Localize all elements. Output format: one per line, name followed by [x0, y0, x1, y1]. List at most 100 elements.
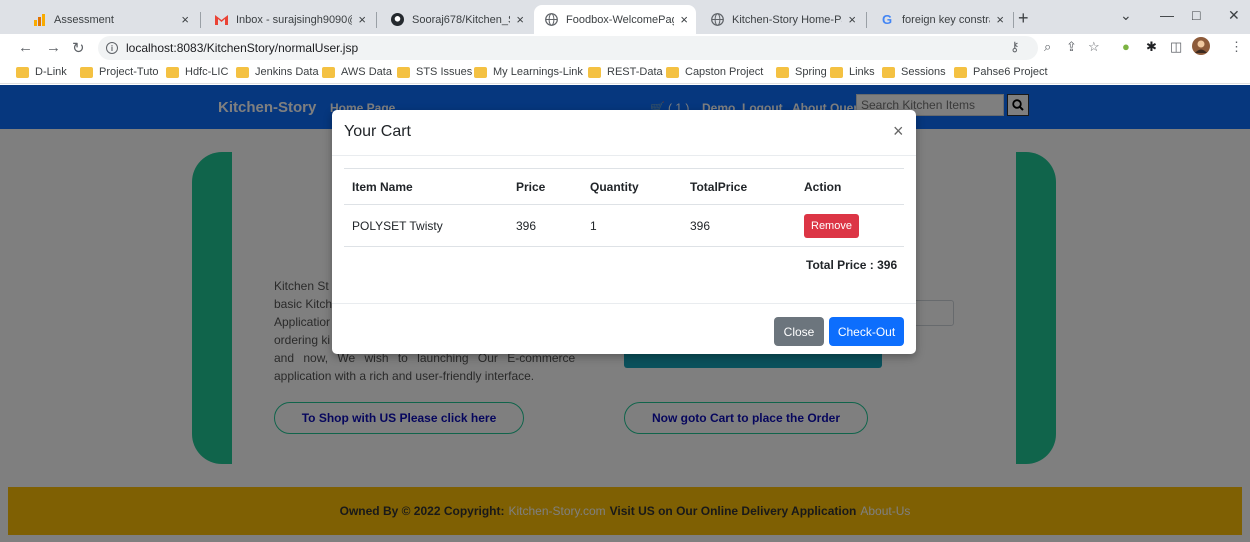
tab-kitchen-story[interactable]: Kitchen-Story Home-Page × — [700, 5, 864, 34]
bookmark-item[interactable]: Pahse6 Project — [954, 66, 1048, 78]
item-name: POLYSET Twisty — [344, 204, 508, 247]
column-header: Action — [796, 168, 904, 205]
checkout-button[interactable]: Check-Out — [829, 317, 904, 346]
bookmark-item[interactable]: Links — [830, 66, 875, 78]
column-header: Item Name — [344, 168, 508, 205]
column-header: Quantity — [582, 168, 682, 205]
bookmark-label: D-Link — [35, 66, 67, 78]
folder-icon — [830, 66, 843, 78]
bookmark-item[interactable]: D-Link — [16, 66, 67, 78]
tab-github[interactable]: Sooraj678/Kitchen_Story: P × — [380, 5, 532, 34]
close-icon[interactable]: × — [358, 12, 366, 27]
bookmark-item[interactable]: AWS Data — [322, 66, 392, 78]
bookmark-item[interactable]: Spring — [776, 66, 827, 78]
total-price: Total Price : 396 — [806, 258, 898, 272]
table-row: POLYSET Twisty 396 1 396 Remove — [344, 204, 904, 247]
modal-footer: Close Check-Out — [332, 303, 916, 354]
folder-icon — [666, 66, 679, 78]
tab-separator — [200, 12, 201, 28]
column-header: TotalPrice — [682, 168, 796, 205]
bookmark-label: Links — [849, 66, 875, 78]
page-viewport: Kitchen-Story Home Page 🛒 ( 1 ) Demo Log… — [0, 85, 1250, 542]
star-icon[interactable]: ☆ — [1088, 39, 1100, 55]
bookmark-item[interactable]: STS Issues — [397, 66, 472, 78]
back-arrow-icon[interactable]: ← — [18, 39, 33, 56]
modal-header: Your Cart × — [332, 110, 916, 156]
item-total: 396 — [682, 204, 796, 247]
folder-icon — [16, 66, 29, 78]
tab-inbox[interactable]: Inbox - surajsingh9090@gm × — [204, 5, 374, 34]
bookmark-label: Pahse6 Project — [973, 66, 1048, 78]
folder-icon — [776, 66, 789, 78]
menu-kebab-icon[interactable]: ⋮ — [1230, 39, 1243, 55]
google-icon: G — [881, 12, 893, 27]
address-bar[interactable]: i localhost:8083/KitchenStory/normalUser… — [98, 36, 1038, 60]
reload-icon[interactable]: ↻ — [72, 39, 85, 57]
extension-icon[interactable]: ● — [1122, 39, 1130, 54]
tab-title: Inbox - surajsingh9090@gm — [236, 13, 352, 26]
bookmark-item[interactable]: Project-Tuto — [80, 66, 159, 78]
new-tab-plus-icon[interactable]: + — [1018, 8, 1029, 29]
zoom-icon[interactable]: ⌕ — [1044, 39, 1051, 55]
gmail-icon — [214, 13, 228, 27]
bookmark-item[interactable]: Capston Project — [666, 66, 763, 78]
bookmark-label: Spring — [795, 66, 827, 78]
tab-separator — [866, 12, 867, 28]
bookmark-item[interactable]: Sessions — [882, 66, 946, 78]
bookmark-item[interactable]: My Learnings-Link — [474, 66, 583, 78]
key-icon[interactable]: ⚷ — [1010, 39, 1020, 55]
close-icon[interactable]: × — [848, 12, 856, 27]
tab-assessment[interactable]: Assessment × — [22, 5, 197, 34]
share-icon[interactable]: ⇪ — [1066, 39, 1077, 55]
bookmark-item[interactable]: REST-Data — [588, 66, 663, 78]
tab-title: Foodbox-WelcomePage — [566, 13, 675, 26]
avatar[interactable] — [1192, 37, 1210, 58]
window-close-icon[interactable]: ✕ — [1228, 7, 1240, 24]
tab-title: foreign key constraint in sq — [902, 13, 990, 26]
close-icon[interactable]: × — [181, 12, 189, 27]
bookmark-item[interactable]: Jenkins Data — [236, 66, 319, 78]
folder-icon — [397, 66, 410, 78]
folder-icon — [474, 66, 487, 78]
maximize-icon[interactable]: □ — [1192, 7, 1200, 23]
puzzle-icon[interactable]: ✱ — [1146, 39, 1157, 55]
tab-foodbox[interactable]: Foodbox-WelcomePage × — [534, 5, 696, 34]
cart-table: Item Name Price Quantity TotalPrice Acti… — [344, 168, 904, 247]
minimize-icon[interactable]: — — [1160, 7, 1174, 23]
tab-search-chevron-icon[interactable]: ⌄ — [1120, 7, 1132, 24]
table-header-row: Item Name Price Quantity TotalPrice Acti… — [344, 168, 904, 205]
tab-separator — [376, 12, 377, 28]
close-icon[interactable]: × — [893, 121, 904, 142]
cart-modal: Your Cart × Item Name Price Quantity Tot… — [332, 110, 916, 354]
bookmark-label: Hdfc-LIC — [185, 66, 229, 78]
item-price: 396 — [508, 204, 582, 247]
item-action-cell: Remove — [796, 204, 904, 247]
folder-icon — [322, 66, 335, 78]
browser-toolbar: ← → ↻ i localhost:8083/KitchenStory/norm… — [0, 34, 1250, 62]
tab-title: Assessment — [54, 13, 114, 26]
bookmark-label: Project-Tuto — [99, 66, 159, 78]
close-icon[interactable]: × — [680, 12, 688, 27]
column-header: Price — [508, 168, 582, 205]
remove-button[interactable]: Remove — [804, 213, 859, 238]
tab-google[interactable]: G foreign key constraint in sq × — [870, 5, 1012, 34]
folder-icon — [236, 66, 249, 78]
folder-icon — [882, 66, 895, 78]
github-icon — [390, 13, 404, 27]
side-panel-icon[interactable]: ◫ — [1170, 39, 1182, 55]
forward-arrow-icon[interactable]: → — [46, 39, 61, 56]
close-icon[interactable]: × — [996, 12, 1004, 27]
bookmark-label: Sessions — [901, 66, 946, 78]
modal-title: Your Cart — [344, 123, 411, 140]
bookmark-label: Capston Project — [685, 66, 764, 78]
tab-title: Sooraj678/Kitchen_Story: P — [412, 13, 510, 26]
folder-icon — [166, 66, 179, 78]
folder-icon — [954, 66, 967, 78]
close-button[interactable]: Close — [774, 317, 824, 346]
close-icon[interactable]: × — [516, 12, 524, 27]
site-info-icon[interactable]: i — [106, 42, 118, 54]
bookmark-item[interactable]: Hdfc-LIC — [166, 66, 228, 78]
globe-icon — [544, 13, 558, 27]
browser-tabstrip: Assessment × Inbox - surajsingh9090@gm ×… — [0, 0, 1250, 34]
url-text: localhost:8083/KitchenStory/normalUser.j… — [126, 41, 359, 55]
